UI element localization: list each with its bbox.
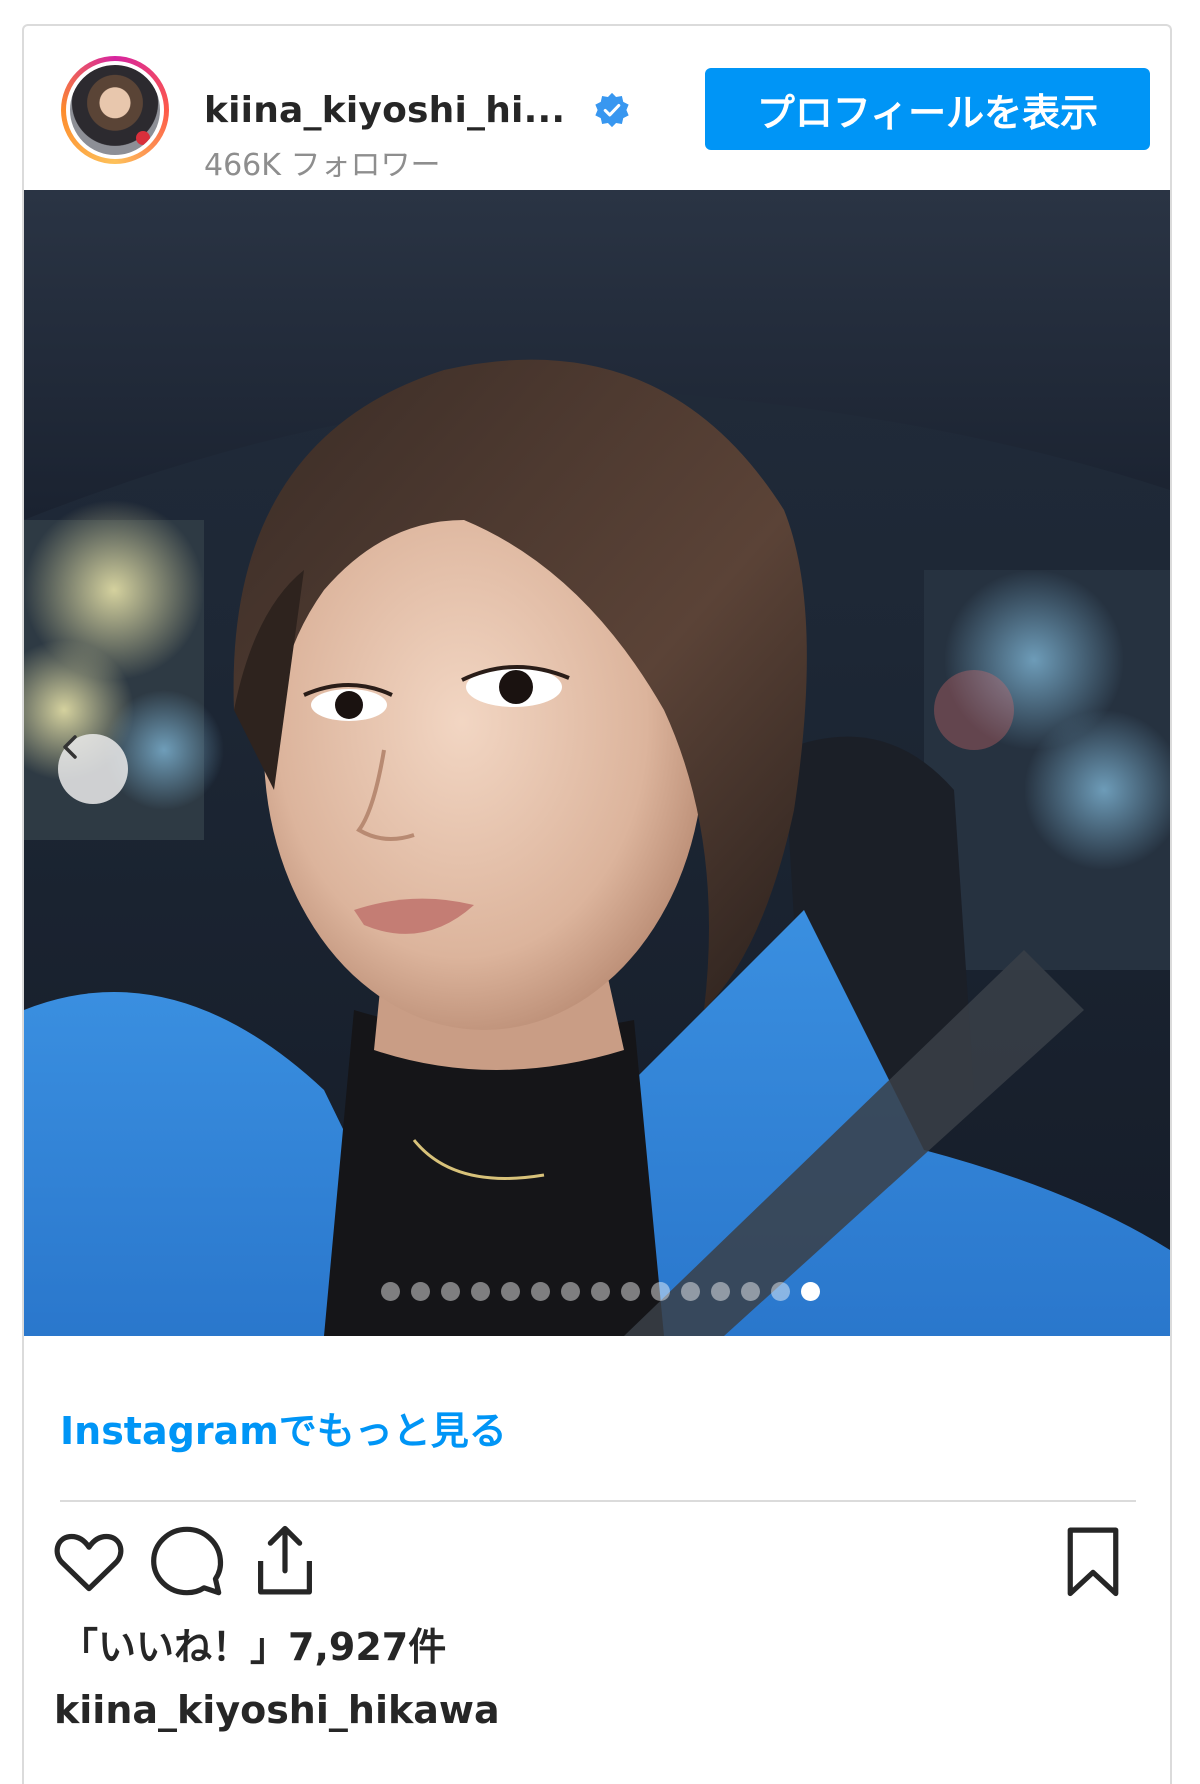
chevron-left-icon	[63, 735, 77, 759]
carousel-dot	[650, 1282, 670, 1301]
divider	[60, 1500, 1136, 1502]
carousel-dot	[680, 1282, 700, 1301]
comment-icon[interactable]	[148, 1522, 226, 1600]
carousel-dot	[770, 1282, 790, 1301]
carousel-indicator	[24, 1282, 1170, 1301]
carousel-dot	[530, 1282, 550, 1301]
follower-count: 466K フォロワー	[204, 148, 441, 183]
avatar-story-ring[interactable]	[61, 56, 169, 164]
carousel-dot	[410, 1282, 430, 1301]
carousel-dot	[470, 1282, 490, 1301]
carousel-dot	[560, 1282, 580, 1301]
carousel-dot	[440, 1282, 460, 1301]
avatar-detail	[136, 131, 150, 145]
like-count[interactable]: 「いいね！」7,927件	[60, 1616, 446, 1671]
view-more-on-instagram-link[interactable]: Instagramでもっと見る	[60, 1400, 507, 1455]
instagram-embed-card: kiina_kiyoshi_hi... 466K フォロワー プロフィールを表示	[22, 24, 1172, 1784]
carousel-dot	[500, 1282, 520, 1301]
carousel-dot	[620, 1282, 640, 1301]
carousel-dot	[590, 1282, 610, 1301]
bookmark-icon[interactable]	[1054, 1522, 1132, 1600]
carousel-dot	[740, 1282, 760, 1301]
username[interactable]: kiina_kiyoshi_hi...	[204, 90, 565, 131]
carousel-dot	[380, 1282, 400, 1301]
heart-icon[interactable]	[50, 1522, 128, 1600]
caption-username[interactable]: kiina_kiyoshi_hikawa	[54, 1688, 500, 1732]
photo-illustration	[24, 190, 1170, 1336]
share-icon[interactable]	[246, 1522, 324, 1600]
verified-badge-icon	[595, 92, 629, 128]
post-header: kiina_kiyoshi_hi... 466K フォロワー プロフィールを表示	[24, 26, 1170, 190]
carousel-prev-button[interactable]	[58, 734, 128, 804]
carousel-dot	[800, 1282, 820, 1301]
avatar[interactable]	[66, 61, 164, 159]
carousel-dot	[710, 1282, 730, 1301]
view-profile-button[interactable]: プロフィールを表示	[705, 68, 1150, 150]
post-photo[interactable]	[24, 190, 1170, 1336]
